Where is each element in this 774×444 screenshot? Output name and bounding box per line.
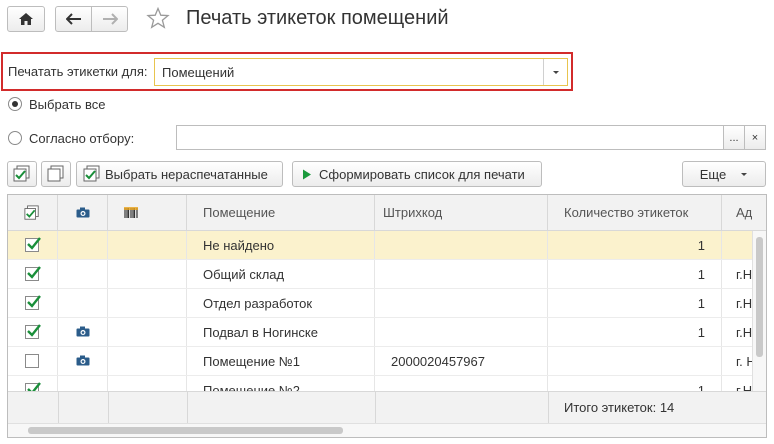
- chevron-down-icon: [741, 172, 748, 176]
- arrow-left-icon: [65, 13, 81, 25]
- row-room: Подвал в Ногинске: [187, 318, 375, 346]
- row-check-cell[interactable]: [8, 231, 58, 259]
- row-label-count[interactable]: 1: [548, 260, 722, 288]
- row-photo-cell: [58, 318, 108, 346]
- row-check-cell[interactable]: [8, 318, 58, 346]
- header-barcode-column[interactable]: [108, 195, 187, 230]
- row-photo-cell: [58, 231, 108, 259]
- horizontal-scroll-thumb[interactable]: [28, 427, 343, 434]
- header-barcode[interactable]: Штрихкод: [375, 195, 548, 230]
- camera-icon: [76, 207, 90, 218]
- row-photo-cell: [58, 347, 108, 375]
- header-photo-column[interactable]: [58, 195, 108, 230]
- check-all-icon: [24, 204, 39, 220]
- table-row[interactable]: Общий склад 1 г.Н: [8, 260, 766, 289]
- row-label-count[interactable]: 1: [548, 289, 722, 317]
- by-filter-label: Согласно отбору:: [29, 131, 135, 146]
- row-check-cell[interactable]: [8, 347, 58, 375]
- row-label-count[interactable]: 1: [548, 231, 722, 259]
- row-label-count[interactable]: 1: [548, 318, 722, 346]
- footer-sep-3: [187, 392, 188, 424]
- print-for-label: Печатать этикетки для:: [8, 64, 148, 79]
- check-all-icon: [83, 165, 100, 182]
- more-label: Еще: [699, 166, 727, 182]
- filter-choose-button[interactable]: ...: [723, 125, 745, 150]
- table-row[interactable]: Подвал в Ногинске 1 г.Н: [8, 318, 766, 347]
- footer-total: Итого этикеток: 14: [564, 400, 675, 415]
- row-label-count[interactable]: [548, 347, 722, 375]
- table-row[interactable]: Помещение №1 2000020457967 г. Н: [8, 347, 766, 376]
- filter-clear-button[interactable]: ×: [744, 125, 766, 150]
- vertical-scroll-thumb[interactable]: [756, 237, 763, 357]
- home-button[interactable]: [7, 6, 45, 32]
- select-unprinted-button[interactable]: Выбрать нераспечатанные: [76, 161, 283, 187]
- select-unprinted-label: Выбрать нераспечатанные: [105, 166, 268, 182]
- window-title: Печать этикеток помещений: [186, 7, 449, 29]
- header-check-column[interactable]: [8, 195, 58, 230]
- row-barcode-flag-cell: [108, 289, 187, 317]
- forward-button[interactable]: [91, 6, 128, 32]
- home-icon: [19, 13, 33, 25]
- row-barcode-flag-cell: [108, 347, 187, 375]
- uncheck-all-button[interactable]: [41, 161, 71, 187]
- row-check-cell[interactable]: [8, 260, 58, 288]
- select-all-radio[interactable]: [8, 97, 22, 111]
- more-button[interactable]: Еще: [682, 161, 766, 187]
- select-all-label: Выбрать все: [29, 97, 106, 112]
- table-header: Помещение Штрихкод Количество этикеток А…: [8, 195, 766, 231]
- row-barcode: [375, 289, 548, 317]
- row-barcode: 2000020457967: [375, 347, 548, 375]
- vertical-scrollbar[interactable]: [752, 231, 766, 391]
- row-barcode: [375, 231, 548, 259]
- row-room: Отдел разработок: [187, 289, 375, 317]
- check-all-icon: [13, 165, 30, 182]
- row-room: Помещение №1: [187, 347, 375, 375]
- by-filter-radio[interactable]: [8, 131, 22, 145]
- row-check-cell[interactable]: [8, 289, 58, 317]
- camera-icon: [76, 325, 90, 340]
- print-for-select[interactable]: Помещений: [154, 58, 568, 86]
- row-barcode: [375, 318, 548, 346]
- row-checkbox[interactable]: [25, 324, 41, 339]
- header-room[interactable]: Помещение: [187, 195, 375, 230]
- back-button[interactable]: [55, 6, 92, 32]
- uncheck-all-icon: [47, 165, 64, 182]
- horizontal-scrollbar[interactable]: [8, 423, 766, 437]
- camera-icon: [76, 354, 90, 369]
- play-icon: [303, 169, 311, 179]
- row-room: Общий склад: [187, 260, 375, 288]
- footer-sep-4: [375, 392, 376, 424]
- row-barcode-flag-cell: [108, 231, 187, 259]
- print-for-value: Помещений: [162, 64, 235, 80]
- footer-sep-5: [548, 392, 549, 424]
- rooms-table: Помещение Штрихкод Количество этикеток А…: [7, 194, 767, 438]
- header-label-count[interactable]: Количество этикеток: [548, 195, 722, 230]
- row-barcode-flag-cell: [108, 260, 187, 288]
- row-checkbox[interactable]: [25, 237, 41, 252]
- row-checkbox[interactable]: [25, 295, 41, 310]
- footer-sep-2: [108, 392, 109, 424]
- filter-input[interactable]: [176, 125, 724, 150]
- table-row[interactable]: Не найдено 1: [8, 231, 766, 260]
- check-all-button[interactable]: [7, 161, 37, 187]
- row-barcode: [375, 260, 548, 288]
- row-checkbox[interactable]: [25, 354, 39, 368]
- table-footer: Итого этикеток: 14: [8, 391, 766, 424]
- row-room: Не найдено: [187, 231, 375, 259]
- build-list-button[interactable]: Сформировать список для печати: [292, 161, 542, 187]
- header-address[interactable]: Ад: [722, 195, 766, 230]
- arrow-right-icon: [102, 13, 118, 25]
- row-checkbox[interactable]: [25, 266, 41, 281]
- chevron-down-icon: [552, 70, 559, 74]
- favorite-star-icon[interactable]: [146, 6, 170, 33]
- build-list-label: Сформировать список для печати: [319, 166, 525, 182]
- print-for-dropdown-button[interactable]: [543, 59, 567, 85]
- row-barcode-flag-cell: [108, 318, 187, 346]
- footer-sep-1: [58, 392, 59, 424]
- table-row[interactable]: Отдел разработок 1 г.Н: [8, 289, 766, 318]
- row-photo-cell: [58, 260, 108, 288]
- barcode-icon: [124, 206, 138, 218]
- row-photo-cell: [58, 289, 108, 317]
